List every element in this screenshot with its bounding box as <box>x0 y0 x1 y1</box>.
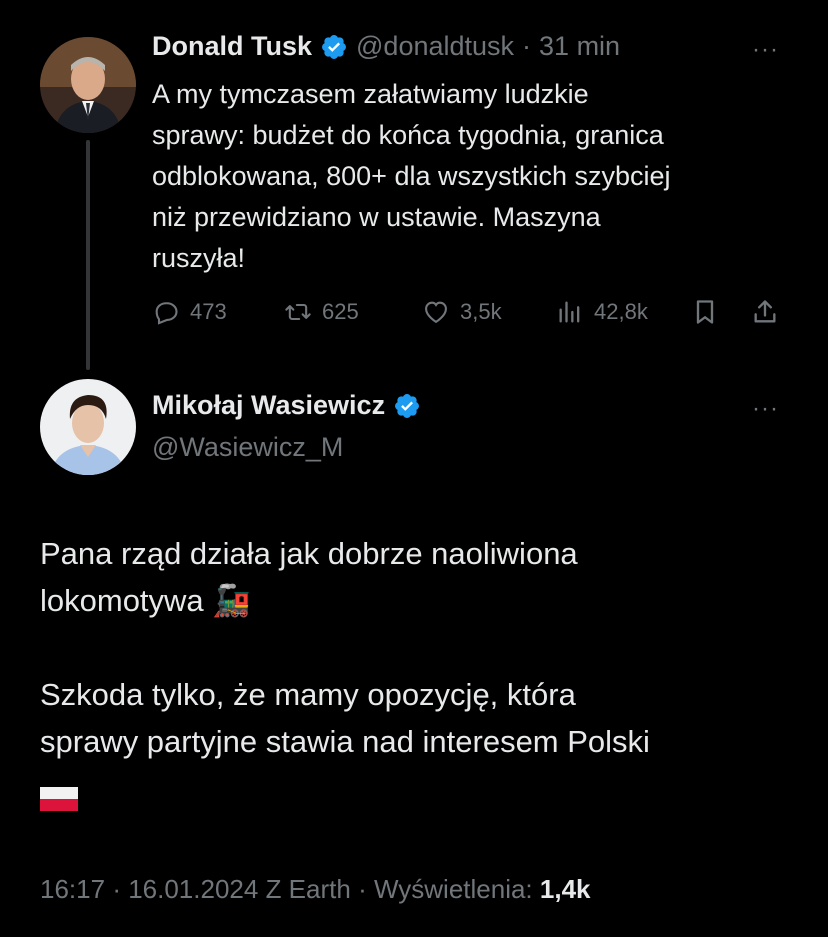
post-source: Z Earth <box>265 874 351 904</box>
reply-text-line: lokomotywa 🚂 <box>40 577 810 624</box>
like-count: 3,5k <box>460 299 502 324</box>
repost-icon <box>285 303 311 321</box>
bookmark-action[interactable] <box>691 298 719 326</box>
reply-text-line: Szkoda tylko, że mamy opozycję, która <box>40 677 576 712</box>
tweet-text-line: A my tymczasem załatwiamy ludzkie <box>152 79 589 109</box>
reply-text-word: lokomotywa <box>40 583 204 618</box>
parent-tweet-header: Donald Tusk @donaldtusk · 31 min <box>152 31 620 62</box>
like-action[interactable]: 3,5k <box>422 298 502 326</box>
reply-tweet-text: Pana rząd działa jak dobrze naoliwiona l… <box>40 530 810 824</box>
author-handle[interactable]: @donaldtusk <box>356 31 514 62</box>
reply-author-name[interactable]: Mikołaj Wasiewicz <box>152 390 385 421</box>
tweet-text-line: ruszyła! <box>152 243 246 273</box>
views-count: 42,8k <box>594 299 648 324</box>
reply-author-handle[interactable]: @Wasiewicz_M <box>152 432 343 463</box>
tweet-text-line: niż przewidziano w ustawie. Maszyna <box>152 202 601 232</box>
repost-count: 625 <box>322 299 359 324</box>
post-date[interactable]: 16.01.2024 <box>128 874 258 904</box>
heart-icon <box>425 301 447 324</box>
views-chart-icon <box>559 301 580 323</box>
share-action[interactable] <box>751 298 779 326</box>
thread-connector-line <box>86 140 90 370</box>
views-action[interactable]: 42,8k <box>556 298 648 326</box>
reply-text-line: sprawy partyjne stawia nad interesem Pol… <box>40 724 650 759</box>
tweet-text-line: sprawy: budżet do końca tygodnia, granic… <box>152 120 664 150</box>
post-time[interactable]: 16:17 <box>40 874 105 904</box>
parent-tweet-text: A my tymczasem załatwiamy ludzkie sprawy… <box>152 74 671 279</box>
bookmark-icon <box>696 300 714 324</box>
avatar-mikolaj-wasiewicz[interactable] <box>40 379 136 475</box>
locomotive-emoji: 🚂 <box>212 583 251 618</box>
author-name[interactable]: Donald Tusk <box>152 31 312 62</box>
verified-badge-icon <box>320 33 348 61</box>
reply-more-options-icon[interactable]: ··· <box>752 395 779 423</box>
parent-more-options-icon[interactable]: ··· <box>752 36 779 64</box>
tweet-text-line: odblokowana, 800+ dla wszystkich szybcie… <box>152 161 671 191</box>
reply-tweet-header: Mikołaj Wasiewicz <box>152 390 421 421</box>
avatar-donald-tusk[interactable] <box>40 37 136 133</box>
reply-action[interactable]: 473 <box>152 298 227 326</box>
views-value: 1,4k <box>539 874 591 904</box>
tweet-time[interactable]: 31 min <box>539 31 620 62</box>
reply-text-line: Pana rząd działa jak dobrze naoliwiona <box>40 536 578 571</box>
verified-badge-icon <box>393 392 421 420</box>
separator-dot: · <box>522 31 532 61</box>
poland-flag-emoji: 🇵🇱 <box>40 777 810 824</box>
reply-meta-footer: 16:17 · 16.01.2024 Z Earth · Wyświetleni… <box>40 874 591 904</box>
share-icon <box>754 300 776 323</box>
views-label: Wyświetlenia: <box>373 874 533 904</box>
reply-icon <box>155 302 178 325</box>
reply-count: 473 <box>190 299 227 324</box>
repost-action[interactable]: 625 <box>284 298 359 326</box>
